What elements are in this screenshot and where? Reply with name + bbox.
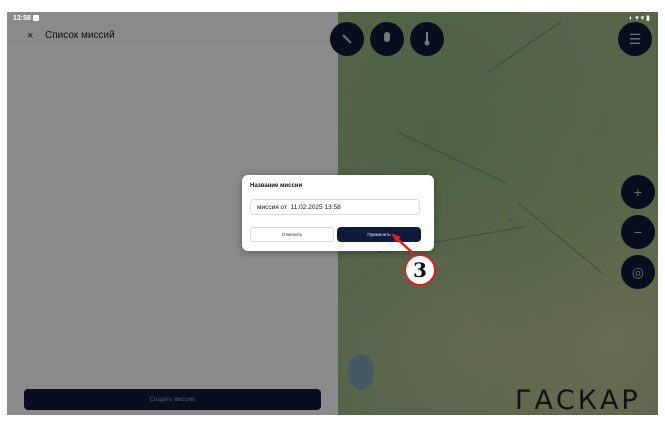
status-time: 13:58 — [13, 15, 31, 22]
dialog-title: Название миссии — [250, 183, 303, 189]
tablet-screen: × Список миссий Создать миссию ☰ + − ◎ Г… — [7, 12, 658, 415]
notification-icon — [33, 15, 39, 21]
mission-name-input[interactable] — [250, 199, 420, 215]
cancel-button[interactable]: Отменить — [250, 227, 334, 242]
mission-name-dialog: Название миссии Отменить Применить — [242, 175, 434, 251]
status-icons: ◐ ▾ ▾ ▮ — [629, 15, 650, 22]
apply-button[interactable]: Применить — [337, 227, 421, 242]
step-callout-badge: 3 — [404, 254, 436, 286]
